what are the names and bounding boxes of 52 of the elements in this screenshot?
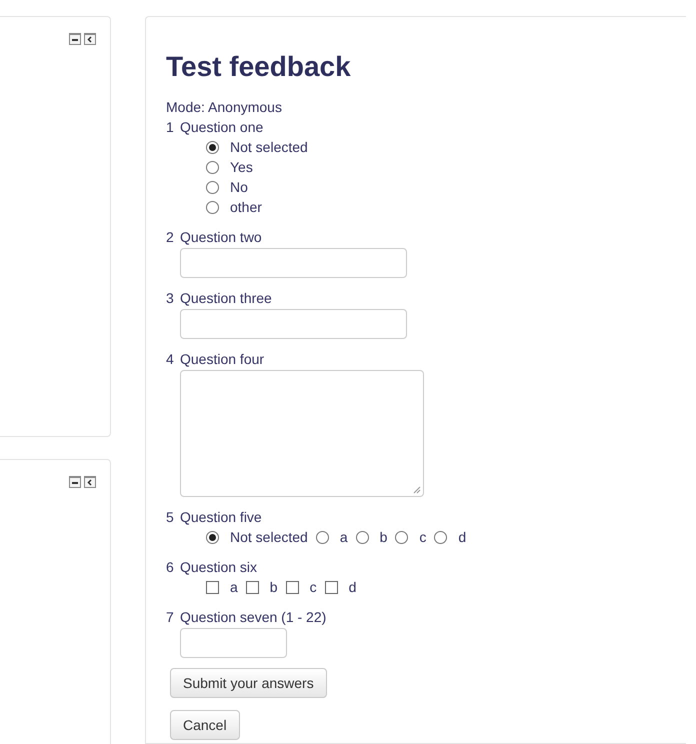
question-label: Question two	[180, 228, 262, 247]
text-field[interactable]	[180, 248, 407, 278]
option-label: other	[230, 199, 262, 215]
question-number: 3	[166, 289, 175, 308]
question-number: 7	[166, 608, 175, 627]
option-label: c	[310, 579, 317, 595]
mode-label: Mode: Anonymous	[166, 98, 283, 117]
radio-button[interactable]	[434, 530, 448, 544]
page-title: Test feedback	[166, 50, 352, 84]
option-label: d	[458, 529, 466, 545]
checkbox[interactable]	[206, 580, 219, 594]
radio-button[interactable]	[316, 530, 329, 544]
question-number: 2	[166, 228, 175, 247]
radio-button[interactable]	[395, 530, 408, 544]
question-label: Question one	[180, 118, 264, 137]
question-label: Question six	[180, 558, 258, 577]
checkbox[interactable]	[286, 580, 299, 594]
option-label: Not selected	[230, 529, 308, 545]
text-field[interactable]	[180, 628, 287, 658]
option-label: Not selected	[230, 139, 308, 155]
radio-button[interactable]	[206, 180, 219, 194]
option-label: a	[230, 579, 238, 595]
radio-button[interactable]	[206, 160, 219, 174]
checkbox[interactable]	[246, 580, 259, 594]
radio-button[interactable]	[356, 530, 369, 544]
resize-grip-icon[interactable]	[413, 486, 421, 494]
option-label: b	[270, 579, 278, 595]
option-label: c	[419, 529, 426, 545]
cancel-button[interactable]: Cancel	[170, 710, 240, 740]
question-label: Question three	[180, 289, 272, 308]
question-label: Question five	[180, 508, 262, 527]
option-label: Yes	[230, 159, 253, 175]
question-number: 6	[166, 558, 175, 577]
option-label: d	[348, 579, 356, 595]
radio-button[interactable]	[206, 200, 219, 214]
collapse-icon[interactable]	[69, 476, 81, 488]
dock-icon[interactable]	[84, 33, 96, 45]
option-label: No	[230, 179, 248, 195]
submit-button[interactable]: Submit your answers	[170, 668, 327, 698]
radio-button[interactable]	[206, 530, 219, 544]
dock-icon[interactable]	[84, 476, 96, 488]
question-number: 1	[166, 118, 175, 137]
question-number: 4	[166, 350, 175, 369]
text-field[interactable]	[180, 309, 407, 339]
option-label: b	[380, 529, 388, 545]
collapse-icon[interactable]	[69, 33, 81, 45]
option-label: a	[340, 529, 348, 545]
question-number: 5	[166, 508, 175, 527]
checkbox[interactable]	[324, 580, 338, 594]
radio-button[interactable]	[206, 140, 219, 154]
question-label: Question four	[180, 350, 264, 369]
question-label: Question seven (1 - 22)	[180, 608, 326, 627]
